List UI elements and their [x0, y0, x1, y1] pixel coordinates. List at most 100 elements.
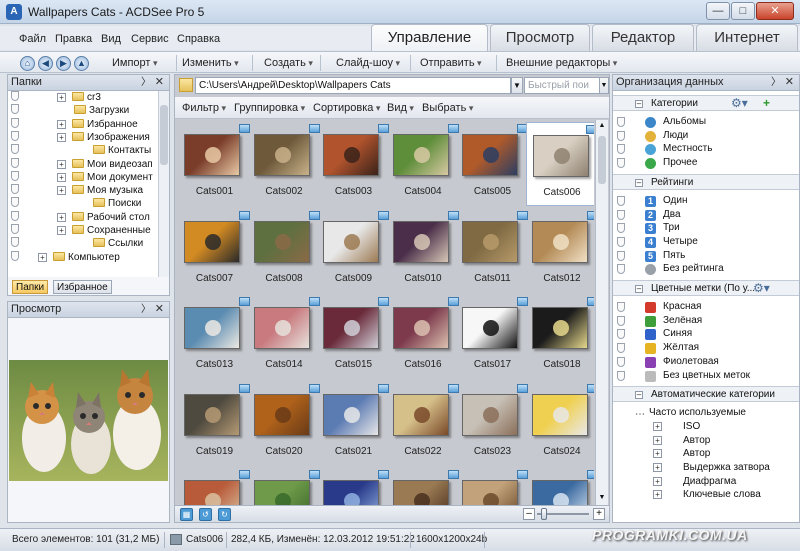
up-icon[interactable]: ▲ — [74, 56, 89, 71]
auto-category-item[interactable]: + Выдержка затвора — [613, 461, 799, 475]
menu-file[interactable]: Файл — [19, 33, 46, 45]
thumbnail-item[interactable]: Cats001 — [178, 122, 251, 206]
home-icon[interactable]: ⌂ — [20, 56, 35, 71]
expand-icon[interactable]: + — [57, 212, 66, 222]
folder-tree-item[interactable]: + Мои видеозап — [8, 157, 153, 171]
slideshow-button[interactable]: Слайд-шоу — [336, 57, 400, 69]
close-icon[interactable]: ✕ — [785, 75, 794, 90]
thumbnail-item[interactable]: Cats015 — [317, 295, 390, 379]
auto-category-item[interactable]: + Ключевые слова — [613, 488, 799, 502]
expand-icon[interactable]: + — [38, 252, 47, 262]
grid-scrollbar[interactable]: ▲ ▼ — [595, 120, 608, 505]
folder-tree-item[interactable]: + Мои документ — [8, 170, 153, 184]
scroll-down-icon[interactable]: ▼ — [596, 492, 608, 504]
category-item[interactable]: Прочее — [613, 156, 799, 170]
path-dropdown[interactable]: ▼ — [511, 77, 523, 94]
minimize-button[interactable]: — — [706, 2, 730, 20]
expand-icon[interactable]: + — [653, 463, 662, 472]
collapse-icon[interactable]: – — [635, 178, 643, 187]
expand-icon[interactable]: + — [653, 490, 662, 500]
expand-icon[interactable]: + — [653, 476, 662, 486]
folder-tree-item[interactable]: Контакты — [8, 144, 151, 157]
thumbnail-item[interactable] — [178, 468, 251, 505]
send-button[interactable]: Отправить — [420, 57, 482, 69]
folder-tree-item[interactable]: + Изображения — [8, 130, 150, 144]
category-item[interactable]: Люди — [613, 129, 799, 143]
thumbnail-item[interactable]: Cats017 — [456, 295, 529, 379]
category-item[interactable]: Альбомы — [613, 115, 799, 129]
collapse-icon[interactable]: – — [635, 100, 643, 108]
menu-help[interactable]: Справка — [177, 33, 220, 45]
group-button[interactable]: Группировка — [234, 102, 305, 114]
view-mode-icon[interactable]: ▦ — [180, 508, 193, 521]
collapse-icon[interactable]: – — [635, 391, 643, 400]
expand-icon[interactable]: + — [57, 226, 66, 235]
color-label-item[interactable]: Зелёная — [613, 314, 799, 328]
rating-item[interactable]: 3 Три — [613, 221, 799, 235]
category-item[interactable]: Местность — [613, 142, 799, 156]
path-field[interactable]: C:\Users\Андрей\Desktop\Wallpapers Cats — [195, 77, 511, 94]
rotate-left-icon[interactable]: ↺ — [199, 508, 212, 521]
expand-icon[interactable]: + — [57, 159, 66, 169]
quick-search-input[interactable]: Быстрый пои — [524, 77, 600, 94]
external-editors-button[interactable]: Внешние редакторы — [506, 57, 617, 69]
pin-icon[interactable]: 〉 — [141, 302, 151, 317]
create-button[interactable]: Создать — [264, 57, 313, 69]
gear-icon[interactable]: ⚙▾ — [753, 281, 770, 296]
folders-scrollbar[interactable] — [158, 91, 169, 277]
menu-edit[interactable]: Правка — [55, 33, 92, 45]
thumbnail-item[interactable]: Cats003 — [317, 122, 390, 206]
add-category-icon[interactable]: + — [763, 96, 770, 111]
tab-manage[interactable]: Управление — [371, 24, 488, 51]
pin-icon[interactable]: 〉 — [771, 75, 781, 90]
maximize-button[interactable]: □ — [731, 2, 755, 20]
scroll-up-icon[interactable]: ▲ — [596, 120, 608, 132]
rotate-right-icon[interactable]: ↻ — [218, 508, 231, 521]
thumbnail-item[interactable]: Cats005 — [456, 122, 529, 206]
folder-tree-item[interactable]: + Моя музыка — [8, 184, 143, 197]
zoom-out-button[interactable]: – — [523, 508, 535, 520]
modify-button[interactable]: Изменить — [182, 57, 239, 69]
color-label-item[interactable]: Жёлтая — [613, 341, 799, 355]
folder-tree-item[interactable]: Загрузки — [8, 104, 129, 117]
folder-tree-item[interactable]: + Избранное — [8, 117, 138, 131]
forward-icon[interactable]: ▶ — [56, 56, 71, 71]
folder-tree-item[interactable]: Ссылки — [8, 237, 143, 250]
rating-item[interactable]: 1 Один — [613, 194, 799, 208]
tab-favorites[interactable]: Избранное — [53, 280, 112, 294]
scroll-thumb[interactable] — [598, 136, 606, 184]
zoom-in-button[interactable]: + — [593, 508, 605, 520]
folder-tree-item[interactable]: Поиски — [8, 197, 141, 210]
thumbnail-item[interactable]: Cats013 — [178, 295, 251, 379]
auto-categories-section[interactable]: – Автоматические категории — [613, 386, 799, 403]
rating-item[interactable]: 2 Два — [613, 208, 799, 222]
sort-button[interactable]: Сортировка — [313, 102, 380, 114]
color-label-item[interactable]: Фиолетовая — [613, 355, 799, 369]
ratings-section[interactable]: – Рейтинги — [613, 173, 799, 190]
scroll-thumb[interactable] — [160, 105, 168, 165]
pin-icon[interactable]: 〉 — [141, 75, 151, 90]
thumbnail-item[interactable]: Cats018 — [526, 295, 594, 379]
thumbnail-item[interactable]: Cats020 — [248, 382, 321, 466]
thumbnail-item[interactable]: Cats007 — [178, 209, 251, 293]
menu-view[interactable]: Вид — [101, 33, 121, 45]
tab-view[interactable]: Просмотр — [490, 24, 590, 51]
close-icon[interactable]: ✕ — [155, 75, 164, 90]
thumbnail-item[interactable]: Cats012 — [526, 209, 594, 293]
folder-tree-item[interactable]: + сr3 — [8, 91, 101, 104]
zoom-slider-handle[interactable] — [541, 508, 547, 520]
thumbnail-item[interactable]: Cats002 — [248, 122, 321, 206]
thumbnail-item[interactable]: Cats006 — [525, 122, 594, 206]
select-button[interactable]: Выбрать — [422, 102, 473, 114]
thumbnail-item[interactable] — [456, 468, 529, 505]
view-button[interactable]: Вид — [387, 102, 414, 114]
folder-tree-item[interactable]: + Рабочий стол — [8, 210, 150, 224]
thumbnail-item[interactable]: Cats024 — [526, 382, 594, 466]
expand-icon[interactable]: + — [653, 435, 662, 445]
auto-category-item[interactable]: + Автор — [613, 447, 799, 461]
expand-icon[interactable]: + — [653, 449, 662, 459]
rating-item[interactable]: Без рейтинга — [613, 262, 799, 276]
expand-icon[interactable]: + — [653, 421, 662, 431]
thumbnail-item[interactable]: Cats010 — [387, 209, 460, 293]
menu-tools[interactable]: Сервис — [131, 33, 169, 45]
